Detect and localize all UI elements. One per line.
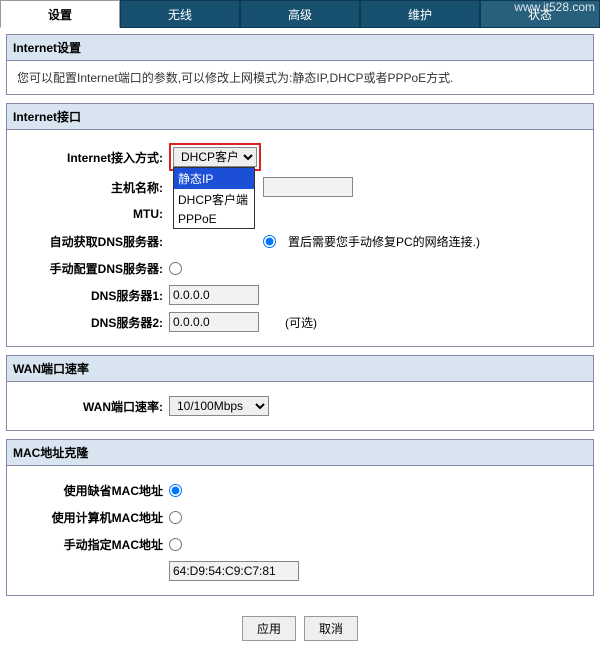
mac-pc-label: 使用计算机MAC地址 (19, 509, 169, 526)
section-mac-clone: MAC地址克隆 使用缺省MAC地址 使用计算机MAC地址 手动指定MAC地址 (6, 439, 594, 596)
internet-desc: 您可以配置Internet端口的参数,可以修改上网模式为:静态IP,DHCP或者… (7, 61, 593, 94)
watermark: www.it528.com (514, 0, 595, 14)
dns2-label: DNS服务器2: (19, 314, 169, 331)
dd-opt-dhcp[interactable]: DHCP客户端 (174, 189, 254, 210)
tab-wireless[interactable]: 无线 (120, 0, 240, 28)
section-internet-settings: Internet设置 您可以配置Internet端口的参数,可以修改上网模式为:… (6, 34, 594, 95)
section-header-internet-port: Internet接口 (7, 104, 593, 130)
dd-opt-pppoe[interactable]: PPPoE (174, 210, 254, 228)
dd-opt-static[interactable]: 静态IP (174, 168, 254, 189)
tab-maintain[interactable]: 维护 (360, 0, 480, 28)
section-header-mac-clone: MAC地址克隆 (7, 440, 593, 466)
page: Internet设置 您可以配置Internet端口的参数,可以修改上网模式为:… (0, 28, 600, 659)
mac-input[interactable] (169, 561, 299, 581)
access-mode-select[interactable]: DHCP客户端 (173, 147, 257, 167)
mtu-note: 置后需要您手动修复PC的网络连接.) (288, 233, 480, 250)
tab-advanced[interactable]: 高级 (240, 0, 360, 28)
section-internet-port: Internet接口 Internet接入方式: DHCP客户端 静态IP DH… (6, 103, 594, 347)
mac-manual-radio[interactable] (169, 538, 182, 551)
cancel-button[interactable]: 取消 (304, 616, 358, 641)
tab-settings[interactable]: 设置 (0, 0, 120, 28)
tab-status[interactable]: 状态 www.it528.com (480, 0, 600, 28)
access-mode-label: Internet接入方式: (19, 149, 169, 166)
mac-pc-radio[interactable] (169, 511, 182, 524)
host-input[interactable] (263, 177, 353, 197)
autodns-label: 自动获取DNS服务器: (19, 233, 169, 250)
mac-manual-label: 手动指定MAC地址 (19, 536, 169, 553)
apply-button[interactable]: 应用 (242, 616, 296, 641)
mac-default-label: 使用缺省MAC地址 (19, 482, 169, 499)
access-mode-dropdown: 静态IP DHCP客户端 PPPoE (173, 167, 255, 229)
dns2-input[interactable] (169, 312, 259, 332)
wan-rate-select[interactable]: 10/100Mbps (169, 396, 269, 416)
dns1-label: DNS服务器1: (19, 287, 169, 304)
dns2-optional: (可选) (285, 314, 317, 331)
mtu-label: MTU: (19, 207, 169, 221)
manualdns-label: 手动配置DNS服务器: (19, 260, 169, 277)
section-header-wan-rate: WAN端口速率 (7, 356, 593, 382)
access-mode-highlight: DHCP客户端 静态IP DHCP客户端 PPPoE (169, 143, 261, 171)
mac-default-radio[interactable] (169, 484, 182, 497)
button-row: 应用 取消 (6, 604, 594, 653)
host-label: 主机名称: (19, 179, 169, 196)
autodns-radio[interactable] (263, 235, 276, 248)
section-wan-rate: WAN端口速率 WAN端口速率: 10/100Mbps (6, 355, 594, 431)
tab-bar: 设置 无线 高级 维护 状态 www.it528.com (0, 0, 600, 28)
dns1-input[interactable] (169, 285, 259, 305)
manualdns-radio[interactable] (169, 262, 182, 275)
wan-rate-label: WAN端口速率: (19, 398, 169, 415)
section-header-internet-settings: Internet设置 (7, 35, 593, 61)
